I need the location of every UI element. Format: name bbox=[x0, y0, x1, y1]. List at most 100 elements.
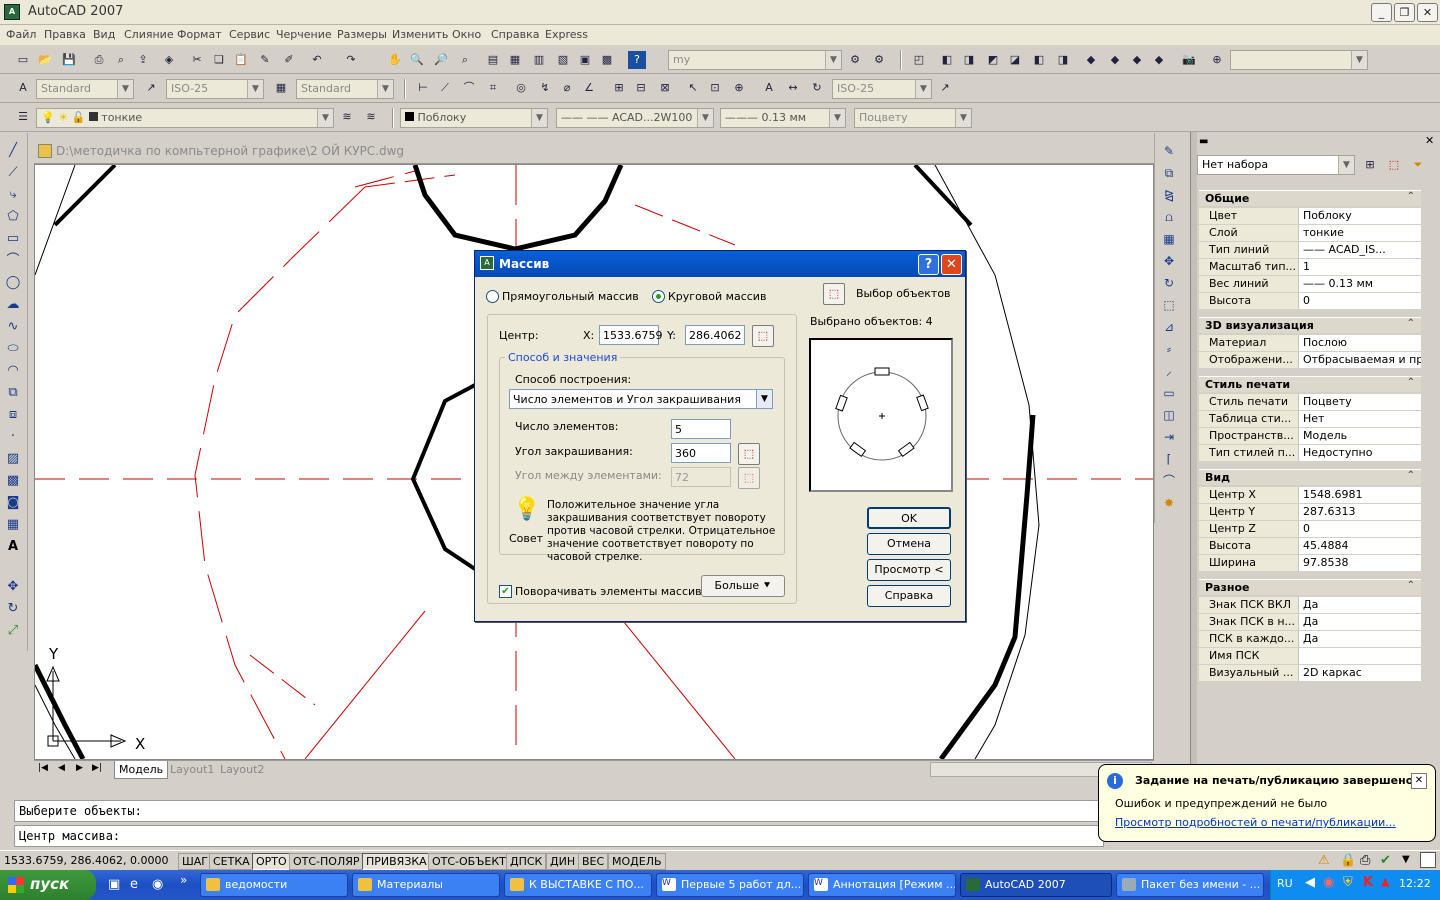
tab-prev-icon[interactable]: ◀ bbox=[58, 763, 65, 773]
leader-icon[interactable]: ↖ bbox=[684, 79, 702, 97]
collapse-icon[interactable]: ⌃ bbox=[1407, 191, 1415, 202]
right-view-icon[interactable]: ◪ bbox=[1006, 51, 1024, 69]
dim-edit-icon[interactable]: A bbox=[760, 79, 778, 97]
tray-check-icon[interactable]: ✔ bbox=[1380, 853, 1391, 868]
more-button[interactable]: Больше ⯆ bbox=[701, 575, 785, 597]
paste-icon[interactable]: 📋 bbox=[232, 51, 250, 69]
menu-dimension[interactable]: Размеры bbox=[337, 28, 387, 41]
otrack-toggle[interactable]: ОТС-ОБЪЕКТ bbox=[428, 853, 510, 870]
rectangular-array-radio[interactable] bbox=[486, 290, 499, 303]
continue-dim-icon[interactable]: ⊠ bbox=[656, 79, 674, 97]
nw-iso-icon[interactable]: ◆ bbox=[1150, 51, 1168, 69]
tab-last-icon[interactable]: ▶| bbox=[92, 763, 102, 773]
lineweight-combo[interactable]: ——— 0.13 мм ▼ bbox=[720, 108, 846, 128]
tray-plot-icon[interactable]: ⎙ bbox=[1360, 853, 1370, 868]
property-row[interactable]: Тип стилей п... Недоступно bbox=[1199, 445, 1421, 462]
quick-select-icon[interactable]: ⏷ bbox=[1409, 156, 1427, 174]
region-icon[interactable]: ◙ bbox=[2, 493, 24, 513]
design-center-icon[interactable]: ▦ bbox=[506, 51, 524, 69]
menu-express[interactable]: Express bbox=[545, 28, 588, 41]
table-style-combo[interactable]: Standard ▼ bbox=[296, 79, 394, 99]
preview-icon[interactable]: ⌕ bbox=[112, 51, 130, 69]
center-y-input[interactable]: 286.4062 bbox=[685, 325, 745, 345]
task-word-annotation[interactable]: W Аннотация [Режим ... bbox=[808, 873, 956, 897]
calculator-icon[interactable]: ▩ bbox=[598, 51, 616, 69]
quicklaunch-ie-icon[interactable]: e bbox=[130, 877, 138, 892]
tab-layout2[interactable]: Layout2 bbox=[216, 761, 268, 778]
tray-lock-icon[interactable]: 🔒 bbox=[1340, 853, 1356, 868]
rotate-icon[interactable]: ↻ bbox=[1159, 273, 1179, 293]
task-materials[interactable]: Материалы bbox=[352, 873, 500, 897]
pan-icon[interactable]: ✋ bbox=[386, 51, 404, 69]
property-category[interactable]: 3D визуализация ⌃ bbox=[1199, 317, 1421, 333]
jogged-dim-icon[interactable]: ↯ bbox=[536, 79, 554, 97]
bottom-view-icon[interactable]: ◨ bbox=[960, 51, 978, 69]
ortho-toggle[interactable]: ОРТО bbox=[252, 853, 291, 870]
ucs-icon[interactable]: ⊕ bbox=[1208, 51, 1226, 69]
snap-toggle[interactable]: ШАГ bbox=[178, 853, 212, 870]
grid-toggle[interactable]: СЕТКА bbox=[209, 853, 254, 870]
menu-file[interactable]: Файл bbox=[6, 28, 36, 41]
task-autocad[interactable]: AutoCAD 2007 bbox=[960, 873, 1112, 897]
layer-combo[interactable]: 💡 ☀ 🔓 тонкие ▼ bbox=[36, 108, 334, 128]
property-row[interactable]: Центр X 1548.6981 bbox=[1199, 487, 1421, 504]
ordinate-dim-icon[interactable]: ⌗ bbox=[484, 79, 502, 97]
baseline-dim-icon[interactable]: ⊟ bbox=[632, 79, 650, 97]
cancel-button[interactable]: Отмена bbox=[867, 533, 951, 555]
selection-combo[interactable]: Нет набора ▼ bbox=[1197, 155, 1355, 175]
radius-dim-icon[interactable]: ◎ bbox=[512, 79, 530, 97]
tray-back-icon[interactable]: ◀ bbox=[1305, 875, 1315, 890]
ucs-combo[interactable]: ▼ bbox=[1230, 50, 1368, 70]
print-icon[interactable]: ⎙ bbox=[90, 51, 108, 69]
tab-layout1[interactable]: Layout1 bbox=[166, 761, 218, 778]
balloon-link[interactable]: Просмотр подробностей о печати/публикаци… bbox=[1115, 816, 1396, 829]
property-category[interactable]: Стиль печати ⌃ bbox=[1199, 376, 1421, 392]
3d-dwf-icon[interactable]: ◈ bbox=[160, 51, 178, 69]
camera-icon[interactable]: 📷 bbox=[1180, 51, 1198, 69]
markup-icon[interactable]: ▣ bbox=[576, 51, 594, 69]
make-current-layer-icon[interactable]: ≋ bbox=[338, 108, 356, 126]
property-row[interactable]: Высота 0 bbox=[1199, 293, 1421, 310]
task-exhibition[interactable]: К ВЫСТАВКЕ С ПО... bbox=[504, 873, 652, 897]
dim-style-combo[interactable]: ISO-25 ▼ bbox=[166, 79, 264, 99]
break-at-point-icon[interactable]: ▭ bbox=[1159, 383, 1179, 403]
rectangle-icon[interactable]: ▭ bbox=[2, 229, 24, 249]
dim-update-icon[interactable]: ↻ bbox=[808, 79, 826, 97]
menu-tools[interactable]: Сервис bbox=[229, 28, 270, 41]
construction-line-icon[interactable]: ⟋ bbox=[2, 163, 24, 183]
clean-screen-icon[interactable] bbox=[1420, 852, 1436, 868]
array-icon[interactable]: ▦ bbox=[1159, 229, 1179, 249]
gradient-icon[interactable]: ▩ bbox=[2, 471, 24, 491]
property-row[interactable]: Вес линий —— 0.13 мм bbox=[1199, 276, 1421, 293]
palette-close-icon[interactable]: ✕ bbox=[1425, 134, 1434, 147]
task-word-first[interactable]: W Первые 5 работ дл... bbox=[656, 873, 804, 897]
select-objects-button[interactable]: ⬚ bbox=[823, 283, 845, 305]
dyn-toggle[interactable]: ДИН bbox=[546, 853, 580, 870]
property-row[interactable]: Ширина 97.8538 bbox=[1199, 555, 1421, 572]
arc-icon[interactable]: ⌒ bbox=[2, 251, 24, 271]
move-icon[interactable]: ✥ bbox=[1159, 251, 1179, 271]
erase-icon[interactable]: ✎ bbox=[1159, 141, 1179, 161]
menu-view[interactable]: Вид bbox=[93, 28, 115, 41]
property-row[interactable]: Имя ПСК bbox=[1199, 648, 1421, 665]
layer-manager-icon[interactable]: ☰ bbox=[14, 108, 32, 126]
polyline-icon[interactable]: ⤷ bbox=[2, 185, 24, 205]
property-row[interactable]: Знак ПСК в н... Да bbox=[1199, 614, 1421, 631]
property-row[interactable]: Цвет Поблоку bbox=[1199, 208, 1421, 225]
tray-shield-icon[interactable]: ⛨ bbox=[1343, 875, 1353, 890]
menu-modify[interactable]: Изменить bbox=[392, 28, 448, 41]
revision-cloud-icon[interactable]: ☁ bbox=[2, 295, 24, 315]
help-icon[interactable]: ? bbox=[628, 51, 646, 69]
named-views-icon[interactable]: ◰ bbox=[910, 51, 928, 69]
line-icon[interactable]: ╱ bbox=[2, 141, 24, 161]
properties-icon[interactable]: ▤ bbox=[484, 51, 502, 69]
language-indicator[interactable]: RU bbox=[1277, 877, 1293, 890]
tolerance-icon[interactable]: ⊡ bbox=[706, 79, 724, 97]
layer-previous-icon[interactable]: ≋ bbox=[362, 108, 380, 126]
tray-antivirus-icon[interactable]: ◉ bbox=[1323, 875, 1334, 890]
help-button[interactable]: Справка bbox=[867, 585, 951, 607]
menu-help[interactable]: Справка bbox=[491, 28, 539, 41]
join-icon[interactable]: ⇥ bbox=[1159, 427, 1179, 447]
spline-icon[interactable]: ∿ bbox=[2, 317, 24, 337]
menu-format[interactable]: Формат bbox=[177, 28, 222, 41]
